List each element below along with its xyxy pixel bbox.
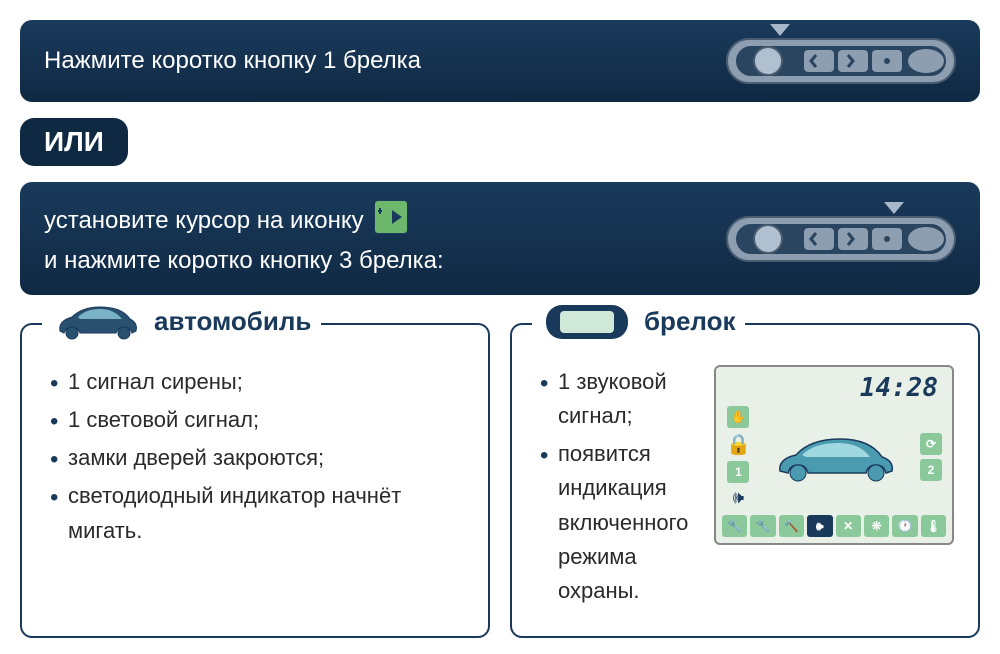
lock-icon: 🔒 [726, 432, 751, 457]
turbo-icon: ⟳ [920, 433, 942, 455]
wrench2-icon: 🔧 [750, 515, 775, 537]
card-automobile: автомобиль 1 сигнал сирены; 1 световой с… [20, 323, 490, 638]
tools-icon: ✕ [836, 515, 861, 537]
list-item: 1 звуковой сигнал; [536, 365, 698, 433]
list-item: появится индикация включенного режима ох… [536, 437, 698, 607]
card-automobile-header: автомобиль [42, 297, 321, 345]
wrench-icon: 🔧 [722, 515, 747, 537]
arrow-down-icon [770, 24, 790, 36]
keyfob-icon [726, 38, 956, 84]
or-separator: ИЛИ [20, 118, 128, 166]
lcd-left-icons: ✋ 🔒 1 🕪 [726, 406, 751, 508]
list-item: светодиодный индикатор начнёт мигать. [46, 479, 464, 547]
keyfob-small-icon [542, 297, 632, 345]
keyfob-list: 1 звуковой сигнал; появится индикация вк… [536, 365, 698, 612]
banner-1-text: Нажмите коротко кнопку 1 брелка [44, 44, 421, 78]
banner-2-text: установите курсор на иконку и нажмите ко… [44, 200, 444, 277]
badge-1-icon: 1 [727, 461, 749, 483]
banner-step-2: установите курсор на иконку и нажмите ко… [20, 182, 980, 295]
badge-2-icon: 2 [920, 459, 942, 481]
lcd-bottom-row: 🔧 🔧 🔨 🕪 ✕ ❊ 🕐 🌡 [722, 515, 946, 537]
cursor-target-icon [374, 200, 408, 244]
result-columns: автомобиль 1 сигнал сирены; 1 световой с… [20, 323, 980, 638]
lcd-car-icon [751, 427, 920, 487]
list-item: 1 световой сигнал; [46, 403, 464, 437]
temp-icon: 🌡 [921, 515, 946, 537]
card-keyfob-header: брелок [532, 297, 745, 345]
remote-illustration-1 [726, 38, 956, 84]
speaker-sel-icon: 🕪 [807, 515, 832, 537]
automobile-list: 1 сигнал сирены; 1 световой сигнал; замк… [46, 365, 464, 547]
fan-icon: ❊ [864, 515, 889, 537]
list-item: замки дверей закроются; [46, 441, 464, 475]
lcd-right-icons: ⟳ 2 [920, 433, 942, 481]
banner-2-text-a: установите курсор на иконку [44, 207, 364, 234]
lcd-display: 14:28 ✋ 🔒 1 🕪 [714, 365, 954, 545]
arrow-down-icon [884, 202, 904, 214]
lcd-time: 14:28 [722, 373, 946, 403]
card-keyfob-title: брелок [644, 306, 735, 337]
hammer-icon: 🔨 [779, 515, 804, 537]
clock-icon: 🕐 [892, 515, 917, 537]
car-icon [52, 297, 142, 345]
speaker-icon: 🕪 [733, 487, 744, 508]
card-keyfob: брелок 1 звуковой сигнал; появится индик… [510, 323, 980, 638]
banner-2-text-b: и нажмите коротко кнопку 3 брелка: [44, 247, 444, 274]
keyfob-icon [726, 216, 956, 262]
card-automobile-title: автомобиль [154, 306, 311, 337]
remote-illustration-2 [726, 216, 956, 262]
banner-step-1: Нажмите коротко кнопку 1 брелка [20, 20, 980, 102]
list-item: 1 сигнал сирены; [46, 365, 464, 399]
hand-icon: ✋ [727, 406, 749, 428]
